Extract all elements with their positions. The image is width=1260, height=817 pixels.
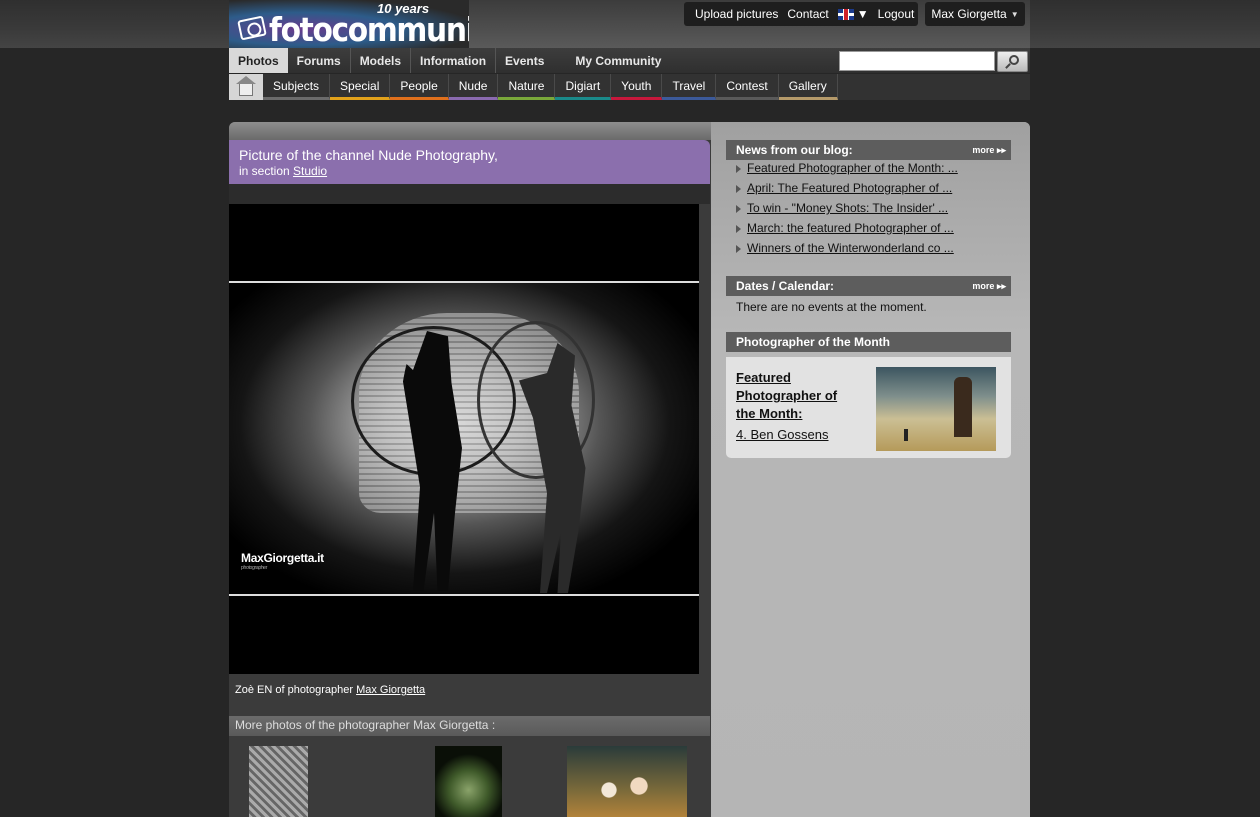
logout-link[interactable]: Logout [878,7,915,21]
contact-link[interactable]: Contact [787,7,828,21]
section-prefix: in section [239,164,290,178]
potm-image[interactable] [876,367,996,451]
uk-flag-icon [837,8,854,20]
category-youth[interactable]: Youth [611,74,663,100]
search-input[interactable] [839,51,995,71]
language-selector[interactable]: ▼ [837,7,869,21]
tab-information[interactable]: Information [411,48,497,73]
category-digiart[interactable]: Digiart [555,74,612,100]
channel-section: in section Studio [239,164,700,178]
blog-more-label: more [972,145,995,155]
tab-my-community[interactable]: My Community [575,54,661,68]
photo-thumbnail[interactable] [249,746,308,817]
category-travel[interactable]: Travel [662,74,717,100]
calendar-more-link[interactable]: more ▸▸ [972,281,1006,292]
blog-link[interactable]: Winners of the Winterwonderland co ... [747,241,954,255]
chevron-down-icon: ▼ [856,7,869,21]
calendar-header: Dates / Calendar: more ▸▸ [726,276,1011,296]
home-icon [236,76,256,96]
blog-header: News from our blog: more ▸▸ [726,140,1011,160]
category-nude[interactable]: Nude [448,74,499,100]
list-item: Featured Photographer of the Month: ... [726,161,1011,181]
upload-pictures-link[interactable]: Upload pictures [695,7,778,21]
watermark-sub: photographer [241,565,268,571]
potm-name-link[interactable]: 4. Ben Gossens [736,427,829,442]
category-gallery[interactable]: Gallery [778,74,838,100]
potm-title: Photographer of the Month [736,335,890,349]
category-people[interactable]: People [390,74,449,100]
potm-box: Featured Photographer of the Month: 4. B… [726,357,1011,458]
channel-title: Picture of the channel Nude Photography, [239,147,498,163]
chevron-down-icon: ▼ [1010,9,1019,19]
calendar-more-label: more [972,281,995,291]
logo-text: fotocommunity [269,10,469,48]
user-name: Max Giorgetta [931,7,1007,21]
blog-link[interactable]: March: the featured Photographer of ... [747,221,954,235]
main-nav: Photos Forums Models Information Events … [229,48,1030,73]
tab-photos[interactable]: Photos [229,48,288,73]
tab-events[interactable]: Events [496,48,553,73]
calendar-empty: There are no events at the moment. [736,300,927,314]
more-photos-bar: More photos of the photographer Max Gior… [229,716,710,736]
photo-thumbnail[interactable] [435,746,502,817]
category-contest[interactable]: Contest [716,74,779,100]
main-photo[interactable]: MaxGiorgetta.it photographer [229,204,699,674]
top-nav: Upload pictures Contact ▼ Logout [684,2,918,26]
channel-header: Picture of the channel Nude Photography,… [229,140,710,184]
blog-link[interactable]: April: The Featured Photographer of ... [747,181,952,195]
photographer-link[interactable]: Max Giorgetta [356,684,425,696]
section-link[interactable]: Studio [293,164,327,178]
photo-content: MaxGiorgetta.it photographer [229,281,699,596]
tab-models[interactable]: Models [351,48,412,73]
caption-text: Zoè EN of photographer [235,684,354,696]
blog-link[interactable]: Featured Photographer of the Month: ... [747,161,958,175]
watermark-text: MaxGiorgetta.it [241,551,324,565]
search-icon [1008,54,1019,65]
blog-link[interactable]: To win - "Money Shots: The Insider' ... [747,201,948,215]
double-arrow-icon: ▸▸ [996,145,1006,155]
potm-headline[interactable]: Featured Photographer of the Month: [736,369,846,423]
category-nav: Subjects Special People Nude Nature Digi… [229,74,1030,100]
site-logo[interactable]: fotocommunity 10 years [229,0,469,48]
potm-header: Photographer of the Month [726,332,1011,352]
photo-caption: Zoè EN of photographer Max Giorgetta [235,684,425,696]
list-item: To win - "Money Shots: The Insider' ... [726,201,1011,221]
double-arrow-icon: ▸▸ [996,281,1006,291]
list-item: April: The Featured Photographer of ... [726,181,1011,201]
calendar-title: Dates / Calendar: [736,279,835,293]
tab-forums[interactable]: Forums [288,48,351,73]
camera-icon [237,15,267,41]
content-area: Picture of the channel Nude Photography,… [229,122,1030,817]
blog-title: News from our blog: [736,143,853,157]
search-button[interactable] [997,51,1028,72]
category-nature[interactable]: Nature [498,74,556,100]
left-column: Picture of the channel Nude Photography,… [229,122,1030,817]
logo-years: 10 years [377,1,430,16]
channel-band [229,184,710,204]
photo-watermark: MaxGiorgetta.it photographer [241,551,324,571]
category-subjects[interactable]: Subjects [263,74,331,100]
category-special[interactable]: Special [330,74,391,100]
home-button[interactable] [229,74,263,100]
right-column: News from our blog: more ▸▸ Featured Pho… [711,122,1030,817]
list-item: March: the featured Photographer of ... [726,221,1011,241]
user-menu[interactable]: Max Giorgetta ▼ [925,2,1025,26]
blog-list: Featured Photographer of the Month: ... … [726,161,1011,261]
blog-more-link[interactable]: more ▸▸ [972,145,1006,156]
photo-thumbnail[interactable] [567,746,687,817]
list-item: Winners of the Winterwonderland co ... [726,241,1011,261]
